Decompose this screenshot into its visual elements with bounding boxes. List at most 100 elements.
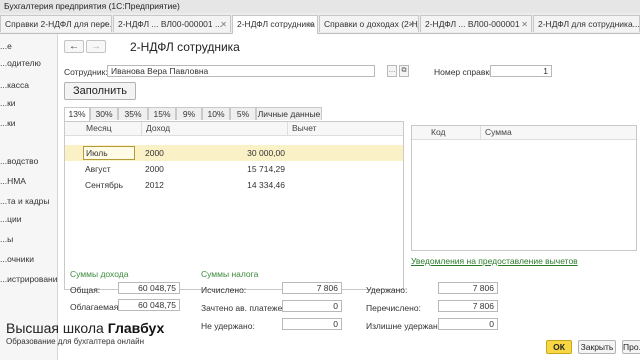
tab-2ndfl-dlya-sotrudnika[interactable]: 2-НДФЛ для сотрудника... [533, 15, 640, 32]
advance-offset-label: Зачтено ав. платежей: [201, 303, 290, 313]
tab-label: 2-НДФЛ сотрудника [237, 19, 315, 29]
sections-sidebar: ...е ...одителю ...касса ...ки ...ки ...… [0, 34, 62, 360]
total-income-label: Общая: [70, 285, 101, 295]
close-icon[interactable]: ✕ [408, 16, 415, 32]
employee-field[interactable]: Иванова Вера Павловна [107, 65, 375, 77]
transferred-field[interactable]: 7 806 [438, 300, 498, 312]
taxable-income-field[interactable]: 60 048,75 [118, 299, 180, 311]
withheld-label: Удержано: [366, 285, 408, 295]
tax-sums-header: Суммы налога [201, 269, 259, 279]
sidebar-item[interactable]: ...истрирование [0, 274, 62, 284]
close-icon[interactable]: ✕ [521, 16, 528, 32]
sidebar-item[interactable]: ...НМА [0, 176, 26, 186]
arrow-left-icon: ← [69, 41, 79, 52]
open-icon: ⧉ [401, 67, 407, 74]
employee-label: Сотрудник: [64, 67, 108, 77]
open-button[interactable]: ⧉ [399, 65, 409, 77]
arrow-right-icon: → [91, 41, 101, 52]
income-amount-cell[interactable]: 15 714,29 [205, 161, 285, 177]
window-titlebar: Бухгалтерия предприятия (1С:Предприятие) [0, 0, 640, 14]
tab-rate-15[interactable]: 15% [148, 107, 176, 120]
back-button[interactable]: ← [64, 40, 84, 53]
sidebar-item[interactable]: ...е [0, 41, 12, 51]
certificate-number-field[interactable]: 1 [490, 65, 552, 77]
table-row[interactable]: Сентябрь 2012 14 334,46 [65, 177, 403, 193]
window-title: Бухгалтерия предприятия (1С:Предприятие) [4, 1, 180, 11]
sidebar-item[interactable]: ...ки [0, 118, 16, 128]
tax-calculated-field[interactable]: 7 806 [282, 282, 342, 294]
tab-label: 2-НДФЛ ... ВЛ00-000001 ... [118, 19, 223, 29]
withheld-field[interactable]: 7 806 [438, 282, 498, 294]
month-cell[interactable]: Июль [83, 146, 135, 160]
not-withheld-field[interactable]: 0 [282, 318, 342, 330]
deduction-notices-link[interactable]: Уведомления на предоставление вычетов [411, 256, 578, 266]
tab-rate-35[interactable]: 35% [118, 107, 148, 120]
forward-button[interactable]: → [86, 40, 106, 53]
deductions-table[interactable]: Код Сумма [411, 125, 637, 251]
income-amount-cell[interactable]: 14 334,46 [205, 177, 285, 193]
certificate-number-label: Номер справки: [434, 67, 497, 77]
month-cell[interactable]: Сентябрь [85, 177, 123, 193]
tab-2ndfl-employee[interactable]: 2-НДФЛ сотрудника ✕ [232, 15, 318, 34]
column-header-deduction: Вычет [292, 123, 317, 133]
page-title: 2-НДФЛ сотрудника [130, 40, 240, 54]
tab-personal-data[interactable]: Личные данные [256, 107, 322, 120]
watermark-title: Высшая школа Главбух [6, 320, 164, 336]
tab-spravki-2ndfl-dlya-pere[interactable]: Справки 2-НДФЛ для пере... ✕ [0, 15, 112, 32]
table-row[interactable]: Август 2000 15 714,29 [65, 161, 403, 177]
column-header-code: Код [431, 127, 446, 137]
watermark-title-prefix: Высшая школа [6, 320, 108, 336]
transferred-label: Перечислено: [366, 303, 421, 313]
tab-rate-9[interactable]: 9% [176, 107, 202, 120]
tab-rate-5[interactable]: 5% [230, 107, 256, 120]
advance-offset-field[interactable]: 0 [282, 300, 342, 312]
close-icon[interactable]: ✕ [101, 16, 108, 32]
tax-calculated-label: Исчислено: [201, 285, 247, 295]
excess-withheld-label: Излишне удержано: [366, 321, 445, 331]
tab-2ndfl-vl00-000001[interactable]: 2-НДФЛ ... ВЛ00-000001 ... ✕ [113, 15, 231, 32]
close-icon[interactable]: ✕ [307, 16, 314, 33]
column-header-sum: Сумма [485, 127, 512, 137]
income-code-cell[interactable]: 2000 [145, 145, 164, 161]
sidebar-item[interactable]: ...та и кадры [0, 196, 50, 206]
sidebar-item[interactable]: ...одителю [0, 58, 41, 68]
income-code-cell[interactable]: 2012 [145, 177, 164, 193]
watermark-subtitle: Образование для бухгалтера онлайн [6, 337, 144, 346]
tab-rate-30[interactable]: 30% [90, 107, 118, 120]
more-button[interactable]: Про... [622, 340, 640, 354]
tab-label: 2-НДФЛ ... ВЛ00-000001 [425, 19, 520, 29]
column-separator [480, 126, 481, 139]
tab-label: Справки 2-НДФЛ для пере... [5, 19, 112, 29]
ok-button[interactable]: ОК [546, 340, 572, 354]
document-tabs: Справки 2-НДФЛ для пере... ✕ 2-НДФЛ ... В… [0, 13, 640, 34]
close-button[interactable]: Закрыть [578, 340, 616, 354]
income-amount-cell[interactable]: 30 000,00 [205, 145, 285, 161]
close-icon[interactable]: ✕ [220, 16, 227, 32]
choice-button[interactable]: … [387, 65, 397, 77]
column-separator [287, 122, 288, 135]
sidebar-item[interactable]: ...очники [0, 254, 34, 264]
tab-label: 2-НДФЛ для сотрудника... [538, 19, 640, 29]
taxable-income-label: Облагаемая: [70, 302, 121, 312]
tab-label: Справки о доходах (2-НД... [324, 19, 418, 29]
sidebar-item[interactable]: ...ы [0, 234, 13, 244]
table-header [412, 126, 636, 140]
tab-spravki-o-dohodah[interactable]: Справки о доходах (2-НД...✕ [319, 15, 419, 32]
tab-2ndfl-vl00-000001-b[interactable]: 2-НДФЛ ... ВЛ00-000001 ✕ [420, 15, 532, 32]
sidebar-item[interactable]: ...касса [0, 80, 29, 90]
tab-rate-13[interactable]: 13% [64, 107, 90, 121]
fill-button[interactable]: Заполнить [64, 82, 136, 100]
sidebar-item[interactable]: ...ки [0, 98, 16, 108]
form-2ndfl-employee: ← → 2-НДФЛ сотрудника Сотрудник: Иванова… [58, 34, 640, 360]
income-code-cell[interactable]: 2000 [145, 161, 164, 177]
column-header-income: Доход [146, 123, 171, 133]
sidebar-item[interactable]: ...ции [0, 214, 21, 224]
sidebar-item[interactable]: ...водство [0, 156, 38, 166]
column-separator [141, 122, 142, 135]
table-row[interactable]: Июль 2000 30 000,00 [65, 145, 403, 161]
income-table[interactable]: Месяц Доход Вычет Июль 2000 30 000,00 Ав… [64, 121, 404, 290]
month-cell[interactable]: Август [85, 161, 111, 177]
total-income-field[interactable]: 60 048,75 [118, 282, 180, 294]
excess-withheld-field[interactable]: 0 [438, 318, 498, 330]
tab-rate-10[interactable]: 10% [202, 107, 230, 120]
